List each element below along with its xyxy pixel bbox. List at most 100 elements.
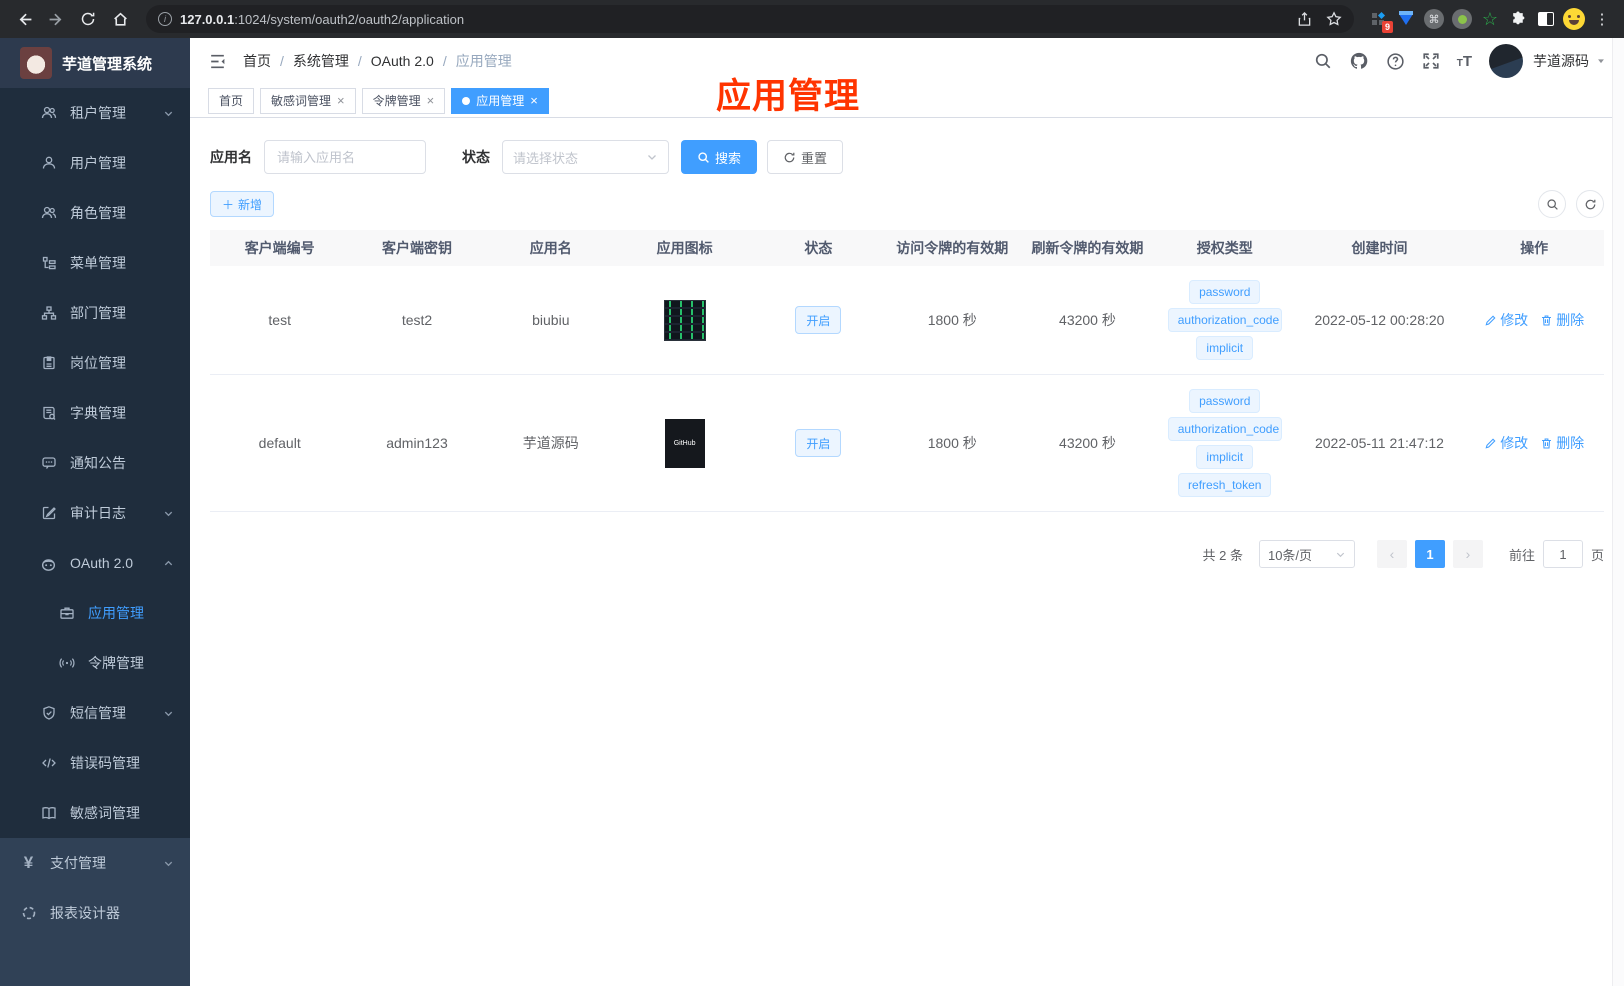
address-bar[interactable]: i 127.0.0.1:1024/system/oauth2/oauth2/ap… [146, 5, 1354, 33]
sidebar-item-report-designer[interactable]: 报表设计器 [0, 888, 190, 938]
signal-icon [58, 655, 75, 672]
status-badge[interactable]: 开启 [795, 306, 842, 334]
sidebar-fold-icon[interactable] [208, 52, 227, 71]
tab-sensitive[interactable]: 敏感词管理 × [260, 87, 356, 114]
sidebar-item-sensitive[interactable]: 敏感词管理 [0, 788, 190, 838]
status-label: 状态 [462, 149, 490, 165]
sidebar-item-notice[interactable]: 通知公告 [0, 438, 190, 488]
sidebar-item-post[interactable]: 岗位管理 [0, 338, 190, 388]
sidebar-item-errcode[interactable]: 错误码管理 [0, 738, 190, 788]
extension-grid-icon[interactable]: 9 [1366, 7, 1393, 33]
grant-tag: password [1189, 389, 1261, 413]
edit-button[interactable]: 修改 [1484, 433, 1528, 453]
table-row: test test2 biubiu 开启 1800 秒 43200 秒 pass… [210, 266, 1604, 375]
add-button[interactable]: ＋ 新增 [210, 191, 275, 217]
sidebar-item-audit[interactable]: 审计日志 [0, 488, 190, 538]
refresh-table-button[interactable] [1576, 190, 1604, 218]
col-secret: 客户端密钥 [381, 240, 452, 256]
user-name[interactable]: 芋道源码 [1533, 51, 1589, 71]
open-book-icon [40, 805, 57, 822]
search-icon [1546, 198, 1558, 210]
breadcrumb-system[interactable]: 系统管理 [293, 51, 349, 71]
delete-button[interactable]: 删除 [1540, 310, 1584, 330]
sidebar-item-sms[interactable]: 短信管理 [0, 688, 190, 738]
app-name-label: 应用名 [210, 149, 252, 165]
page-scrollbar[interactable] [1612, 38, 1624, 986]
refresh-icon [784, 152, 795, 162]
site-info-icon[interactable]: i [158, 12, 172, 26]
status-badge[interactable]: 开启 [795, 429, 842, 457]
chevron-up-icon [163, 558, 174, 569]
sidebar-item-label: 应用管理 [88, 605, 144, 621]
profile-avatar-icon[interactable] [1562, 7, 1586, 31]
forward-icon[interactable] [42, 5, 70, 33]
home-icon[interactable] [106, 5, 134, 33]
close-icon[interactable]: × [337, 93, 345, 108]
close-icon[interactable]: × [530, 93, 538, 108]
page-1-button[interactable]: 1 [1414, 540, 1445, 568]
toggle-search-button[interactable] [1538, 190, 1566, 218]
delete-button[interactable]: 删除 [1540, 433, 1584, 453]
prev-page-button[interactable]: ‹ [1376, 540, 1407, 568]
search-icon[interactable] [1314, 52, 1332, 70]
help-icon[interactable] [1386, 52, 1405, 71]
sidebar-item-tenant[interactable]: 租户管理 [0, 88, 190, 138]
page-size-select[interactable]: 10条/页 [1258, 540, 1355, 568]
sidebar-item-oauth[interactable]: OAuth 2.0 [0, 538, 190, 588]
col-status: 状态 [804, 240, 833, 256]
app-name-input[interactable] [264, 140, 426, 174]
breadcrumb-current: 应用管理 [455, 53, 512, 69]
badge-icon [40, 355, 57, 372]
share-icon[interactable] [1297, 11, 1312, 27]
breadcrumb-separator: / [280, 53, 284, 69]
app-logo[interactable]: 芋道管理系统 [0, 38, 190, 88]
sidebar-item-oauth-token[interactable]: 令牌管理 [0, 638, 190, 688]
tab-home[interactable]: 首页 [208, 87, 255, 114]
user-avatar[interactable] [1489, 44, 1523, 78]
cell-refresh-validity: 43200 秒 [1059, 435, 1116, 451]
github-icon[interactable] [1349, 51, 1369, 71]
sidebar-item-role[interactable]: 角色管理 [0, 188, 190, 238]
user-caret-icon[interactable] [1596, 56, 1606, 66]
extension-badge: 9 [1381, 21, 1393, 33]
sidebar-item-dept[interactable]: 部门管理 [0, 288, 190, 338]
next-page-button[interactable]: › [1452, 540, 1483, 568]
edit-button[interactable]: 修改 [1484, 310, 1528, 330]
browser-menu-icon[interactable]: ⋮ [1590, 7, 1614, 31]
grant-tag: implicit [1196, 445, 1254, 469]
breadcrumb-oauth[interactable]: OAuth 2.0 [371, 53, 434, 69]
red-annotation-text: 应用管理 [716, 77, 861, 116]
goto-label: 前往 [1508, 547, 1535, 563]
browser-toolbar: i 127.0.0.1:1024/system/oauth2/oauth2/ap… [0, 0, 1624, 38]
bookmark-star-icon[interactable] [1326, 11, 1342, 27]
extension-sidepanel-icon[interactable] [1534, 7, 1558, 31]
extension-gem-icon[interactable] [1394, 7, 1418, 31]
fullscreen-icon[interactable] [1422, 52, 1440, 70]
extensions-puzzle-icon[interactable] [1506, 7, 1530, 31]
sidebar-item-dict[interactable]: 字典管理 [0, 388, 190, 438]
extension-command-icon[interactable]: ⌘ [1422, 7, 1446, 31]
tab-application[interactable]: 应用管理 × [451, 87, 549, 114]
back-icon[interactable] [10, 5, 38, 33]
sidebar-item-pay[interactable]: ¥ 支付管理 [0, 838, 190, 888]
tab-token[interactable]: 令牌管理 × [361, 87, 446, 114]
reset-button[interactable]: 重置 [767, 140, 844, 174]
font-size-icon[interactable]: TT [1457, 54, 1472, 69]
col-access-validity: 访问令牌的有效期 [896, 240, 1009, 256]
reload-icon[interactable] [74, 5, 102, 33]
col-client-id: 客户端编号 [244, 240, 315, 256]
tab-label: 首页 [219, 94, 244, 108]
message-icon [40, 455, 57, 472]
close-icon[interactable]: × [427, 93, 435, 108]
extension-star-icon[interactable]: ☆ [1478, 7, 1502, 31]
sidebar-item-user[interactable]: 用户管理 [0, 138, 190, 188]
breadcrumb-home[interactable]: 首页 [243, 51, 271, 71]
status-select[interactable]: 请选择状态 [502, 140, 669, 174]
goto-page-input[interactable] [1542, 540, 1583, 568]
sidebar-item-menu[interactable]: 菜单管理 [0, 238, 190, 288]
sidebar-item-oauth-application[interactable]: 应用管理 [0, 588, 190, 638]
search-button[interactable]: 搜索 [681, 140, 758, 174]
grant-tag: refresh_token [1178, 473, 1272, 497]
applications-table: 客户端编号 客户端密钥 应用名 应用图标 状态 访问令牌的有效期 刷新令牌的有效… [210, 230, 1604, 512]
extension-record-icon[interactable] [1450, 7, 1474, 31]
